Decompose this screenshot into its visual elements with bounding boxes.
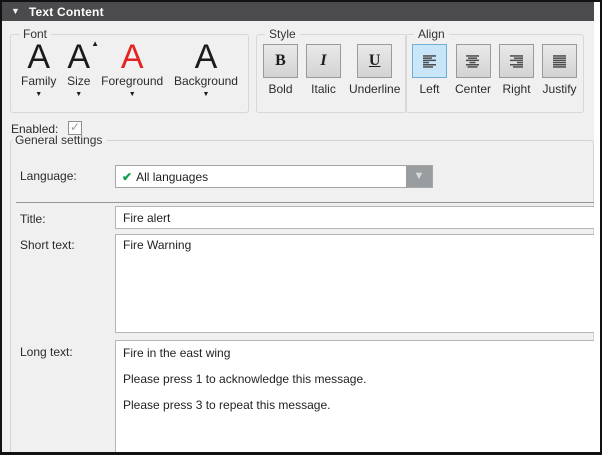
section-separator	[16, 202, 594, 203]
align-right-label: Right	[503, 82, 531, 96]
font-family-button[interactable]: A Family ▼	[21, 41, 56, 98]
underline-item: U Underline	[349, 44, 400, 96]
font-group-items: A Family ▼ A▲ Size ▼ A Foreground ▼ A Ba…	[17, 41, 242, 98]
align-group-label: Align	[414, 27, 449, 41]
font-foreground-label: Foreground	[101, 74, 163, 88]
language-dropdown-button[interactable]: ▼	[406, 166, 432, 187]
language-select[interactable]: ✔ All languages ▼	[115, 165, 433, 188]
font-size-label: Size	[67, 74, 90, 88]
language-check-icon: ✔	[122, 170, 132, 184]
size-caret-icon: ▲	[91, 40, 99, 48]
underline-button[interactable]: U	[357, 44, 392, 78]
language-value: All languages	[136, 170, 406, 184]
align-center-item: Center	[455, 44, 491, 96]
long-text-area[interactable]	[115, 340, 594, 452]
align-center-button[interactable]	[456, 44, 491, 78]
short-text-area[interactable]	[115, 234, 594, 333]
chevron-down-icon: ▼	[75, 91, 82, 98]
align-left-item: Left	[412, 44, 447, 96]
align-center-label: Center	[455, 82, 491, 96]
text-content-panel: ▼ Text Content Font A Family ▼ A▲ Size ▼…	[2, 2, 594, 452]
chevron-down-icon: ▼	[129, 91, 136, 98]
font-foreground-icon: A	[121, 41, 144, 74]
combo-arrow-icon: ▼	[414, 171, 425, 182]
style-group-items: B Bold I Italic U Underline	[263, 41, 400, 96]
font-size-button[interactable]: A▲ Size ▼	[67, 41, 90, 98]
align-group: Align Left	[405, 27, 584, 113]
align-left-button[interactable]	[412, 44, 447, 78]
panel-title: Text Content	[29, 5, 104, 19]
font-family-icon: A	[27, 41, 50, 74]
title-label: Title:	[20, 212, 46, 226]
font-background-icon: A	[195, 41, 218, 74]
italic-icon: I	[320, 52, 326, 70]
font-foreground-button[interactable]: A Foreground ▼	[101, 41, 163, 98]
align-left-icon	[422, 54, 438, 69]
font-size-icon: A▲	[67, 41, 90, 74]
title-input[interactable]	[115, 206, 594, 229]
language-label: Language:	[20, 169, 77, 183]
align-left-label: Left	[419, 82, 439, 96]
italic-label: Italic	[311, 82, 336, 96]
italic-item: I Italic	[306, 44, 341, 96]
underline-icon: U	[369, 52, 381, 70]
window-frame: ▼ Text Content Font A Family ▼ A▲ Size ▼…	[0, 0, 602, 455]
chevron-down-icon: ▼	[202, 91, 209, 98]
font-group: Font A Family ▼ A▲ Size ▼ A Foreground ▼	[10, 27, 249, 113]
align-right-item: Right	[499, 44, 534, 96]
bold-icon: B	[275, 52, 286, 70]
align-right-button[interactable]	[499, 44, 534, 78]
font-family-label: Family	[21, 74, 56, 88]
italic-button[interactable]: I	[306, 44, 341, 78]
style-group: Style B Bold I Italic U	[256, 27, 407, 113]
long-text-label: Long text:	[20, 345, 73, 359]
align-justify-item: Justify	[542, 44, 577, 96]
style-group-label: Style	[265, 27, 300, 41]
bold-item: B Bold	[263, 44, 298, 96]
checkmark-icon: ✓	[70, 121, 80, 133]
align-justify-icon	[552, 54, 568, 69]
short-text-label: Short text:	[20, 238, 75, 252]
align-justify-button[interactable]	[542, 44, 577, 78]
general-settings-label: General settings	[13, 133, 107, 147]
collapse-triangle-icon[interactable]: ▼	[11, 7, 20, 16]
font-background-button[interactable]: A Background ▼	[174, 41, 238, 98]
bold-label: Bold	[268, 82, 292, 96]
underline-label: Underline	[349, 82, 400, 96]
panel-header[interactable]: ▼ Text Content	[2, 2, 594, 21]
align-right-icon	[509, 54, 525, 69]
align-justify-label: Justify	[543, 82, 577, 96]
font-background-label: Background	[174, 74, 238, 88]
align-group-items: Left Center	[412, 41, 577, 96]
chevron-down-icon: ▼	[35, 91, 42, 98]
align-center-icon	[465, 54, 481, 69]
bold-button[interactable]: B	[263, 44, 298, 78]
